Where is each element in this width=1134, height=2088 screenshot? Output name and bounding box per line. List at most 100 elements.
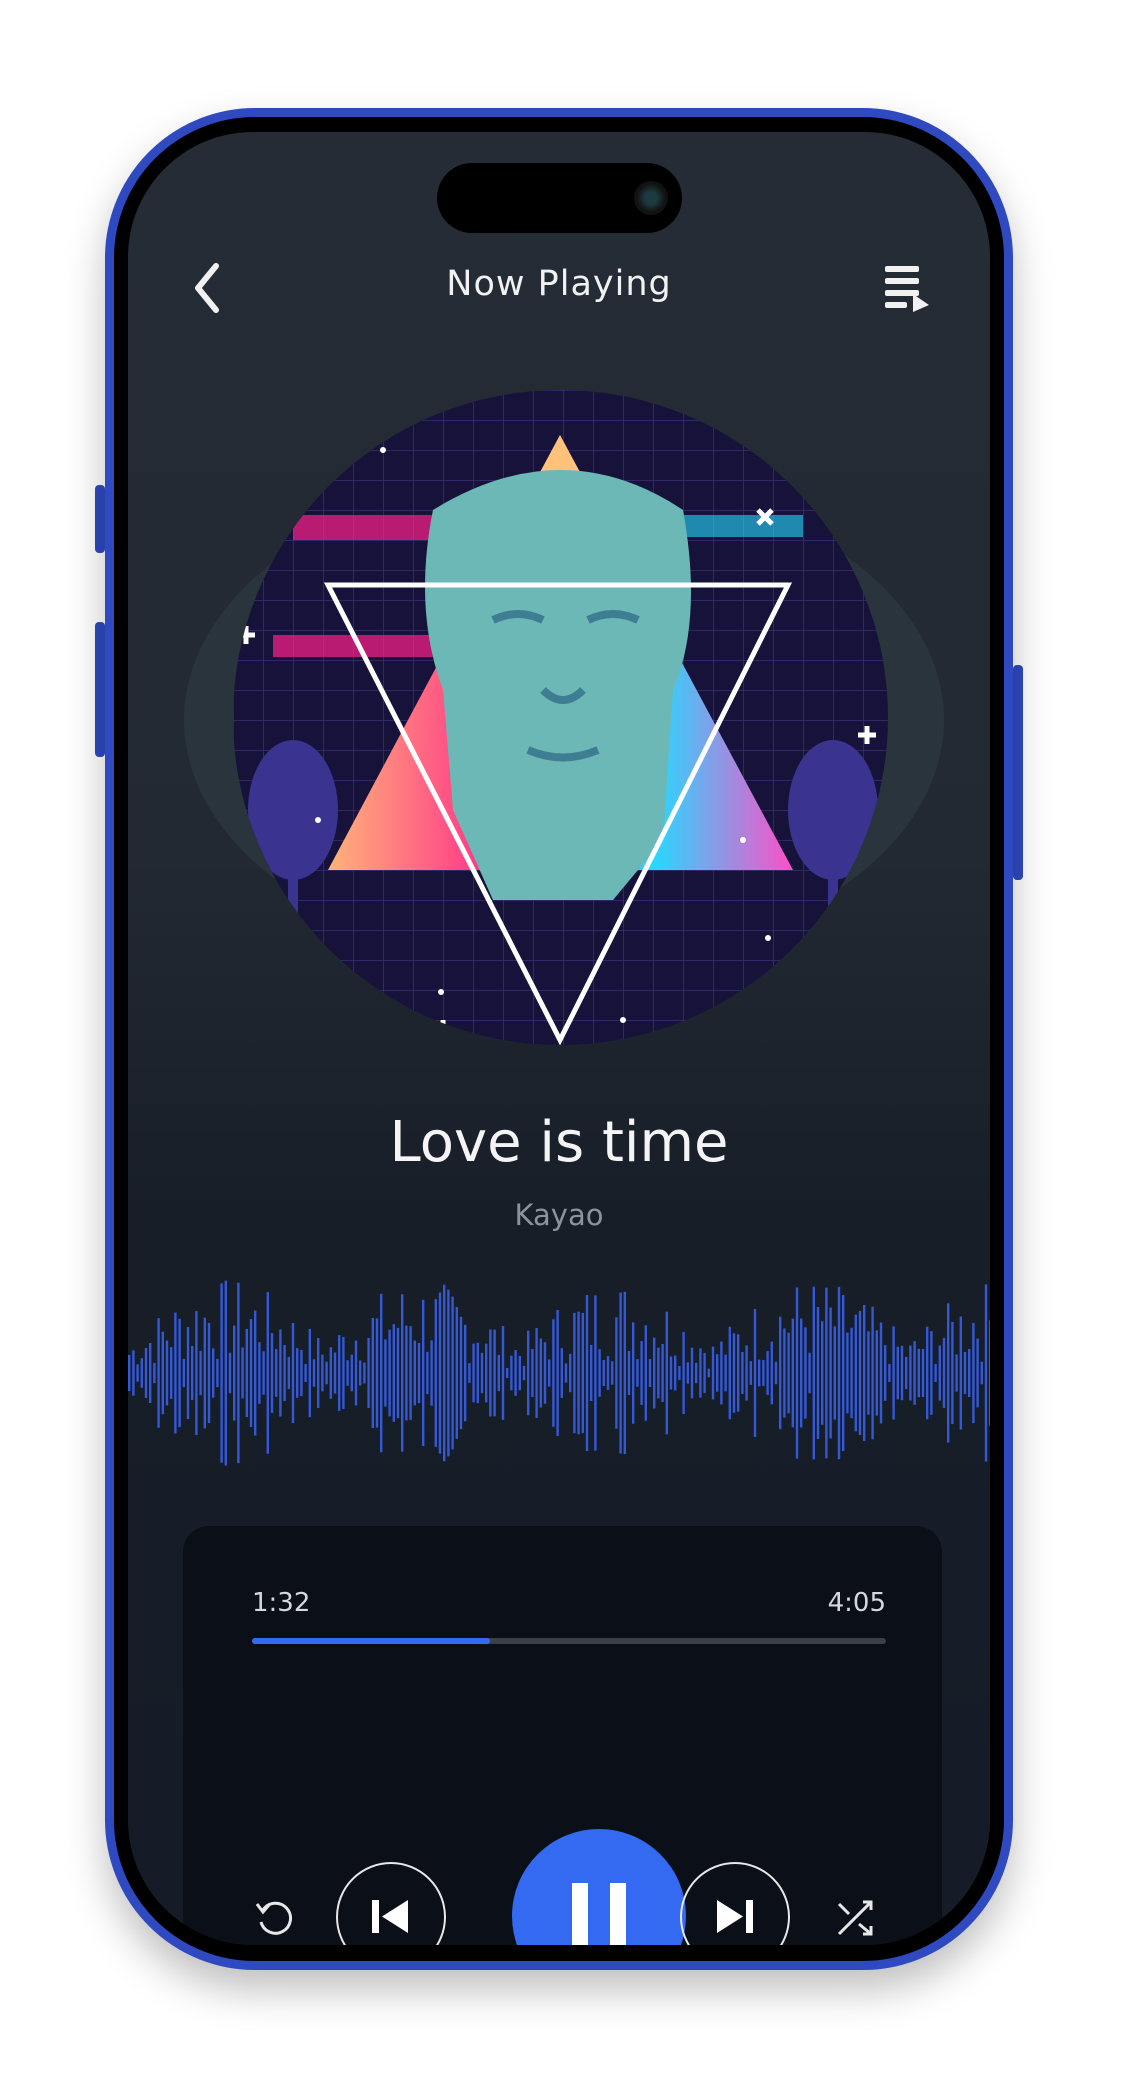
waveform-bar — [510, 1355, 513, 1391]
waveform-bar — [531, 1349, 534, 1397]
waveform-bar — [581, 1312, 584, 1434]
waveform-bar — [405, 1325, 408, 1421]
waveform-bar — [615, 1317, 618, 1429]
waveform-bar — [598, 1349, 601, 1397]
progress-fill — [252, 1638, 491, 1644]
waveform-bar — [296, 1348, 299, 1398]
waveform-bar — [207, 1322, 211, 1424]
waveform-bar — [606, 1356, 610, 1390]
waveform-bar — [585, 1295, 589, 1451]
waveform-bar — [850, 1327, 853, 1419]
repeat-button[interactable] — [253, 1896, 297, 1940]
waveform-bar — [300, 1349, 303, 1397]
waveform-bar — [459, 1316, 463, 1430]
waveform-bar — [539, 1338, 542, 1408]
waveform-bar — [266, 1292, 269, 1454]
waveform-bar — [375, 1318, 379, 1428]
waveform-bar — [329, 1347, 332, 1399]
waveform-bar — [191, 1345, 194, 1401]
waveform-bar — [678, 1366, 681, 1380]
waveform-bar — [695, 1362, 698, 1384]
waveform-bar — [644, 1325, 647, 1421]
waveform-bar — [346, 1360, 349, 1386]
waveform-bar — [972, 1322, 975, 1424]
waveform-bar — [808, 1352, 811, 1394]
waveform-bar — [665, 1311, 668, 1435]
pause-button[interactable] — [512, 1829, 686, 1945]
waveform-bar — [249, 1319, 253, 1427]
waveform-bar — [884, 1345, 887, 1401]
waveform-bar — [203, 1317, 206, 1429]
waveform-bar — [186, 1327, 190, 1419]
progress-bar[interactable] — [252, 1638, 886, 1644]
waveform-bar — [371, 1317, 374, 1429]
waveform-bar — [686, 1362, 689, 1384]
waveform-bar — [430, 1340, 433, 1406]
waveform-bar — [728, 1326, 731, 1420]
waveform-bar — [846, 1332, 849, 1414]
previous-track-button[interactable] — [336, 1862, 446, 1945]
waveform-bar — [737, 1334, 740, 1412]
waveform-bar — [938, 1345, 941, 1401]
waveform-bar — [556, 1309, 559, 1437]
waveform-bar — [745, 1345, 748, 1401]
waveform-bar — [942, 1338, 946, 1408]
waveform-bar — [497, 1354, 500, 1392]
audio-waveform[interactable] — [128, 1270, 990, 1476]
waveform-bar — [758, 1359, 761, 1387]
waveform-bar — [762, 1360, 765, 1386]
waveform-bar — [611, 1361, 614, 1385]
page-title: Now Playing — [446, 264, 672, 304]
waveform-bar — [317, 1338, 320, 1408]
waveform-bar — [896, 1346, 899, 1400]
waveform-bar — [787, 1332, 790, 1414]
waveform-bar — [871, 1306, 874, 1440]
waveform-bar — [766, 1351, 769, 1395]
waveform-bar — [720, 1341, 723, 1405]
elapsed-time: 1:32 — [252, 1588, 311, 1618]
waveform-bar — [569, 1353, 572, 1393]
waveform-bar — [640, 1341, 643, 1405]
waveform-bar — [132, 1350, 135, 1396]
waveform-bar — [363, 1362, 366, 1384]
waveform-bar — [951, 1321, 954, 1425]
waveform-bar — [493, 1329, 496, 1417]
queue-button[interactable] — [883, 264, 933, 312]
waveform-bar — [875, 1330, 878, 1416]
phone-volume-down-button — [95, 622, 105, 757]
waveform-bar — [312, 1359, 316, 1387]
waveform-bar — [795, 1287, 799, 1459]
waveform-bar — [165, 1340, 169, 1406]
waveform-bar — [594, 1295, 597, 1451]
waveform-bar — [623, 1291, 626, 1455]
waveform-bar — [657, 1347, 660, 1399]
waveform-bar — [573, 1312, 576, 1434]
skip-next-icon — [717, 1900, 753, 1933]
waveform-bar — [753, 1309, 757, 1437]
waveform-bar — [917, 1348, 920, 1398]
waveform-bar — [980, 1361, 983, 1385]
next-track-button[interactable] — [680, 1862, 790, 1945]
waveform-bar — [774, 1361, 778, 1385]
waveform-bar — [262, 1351, 265, 1395]
waveform-bar — [426, 1351, 429, 1395]
waveform-bar — [955, 1354, 958, 1392]
waveform-bar — [485, 1343, 488, 1403]
waveform-bar — [350, 1354, 353, 1392]
waveform-bar — [228, 1352, 232, 1394]
waveform-bar — [199, 1350, 202, 1396]
waveform-bar — [968, 1348, 971, 1398]
shuffle-button[interactable] — [833, 1896, 877, 1940]
waveform-bar — [237, 1282, 240, 1464]
waveform-bar — [304, 1363, 307, 1383]
waveform-bar — [447, 1289, 450, 1457]
skip-previous-icon — [372, 1900, 408, 1933]
waveform-bar — [900, 1345, 904, 1401]
waveform-bar — [388, 1329, 391, 1417]
waveform-bar — [216, 1358, 219, 1388]
waveform-bar — [724, 1354, 727, 1392]
waveform-bar — [560, 1348, 563, 1398]
repeat-icon — [255, 1901, 293, 1935]
waveform-bar — [707, 1368, 710, 1378]
phone-screen: Now Playing Love is time Kayao 1:32 4:05 — [128, 132, 990, 1945]
